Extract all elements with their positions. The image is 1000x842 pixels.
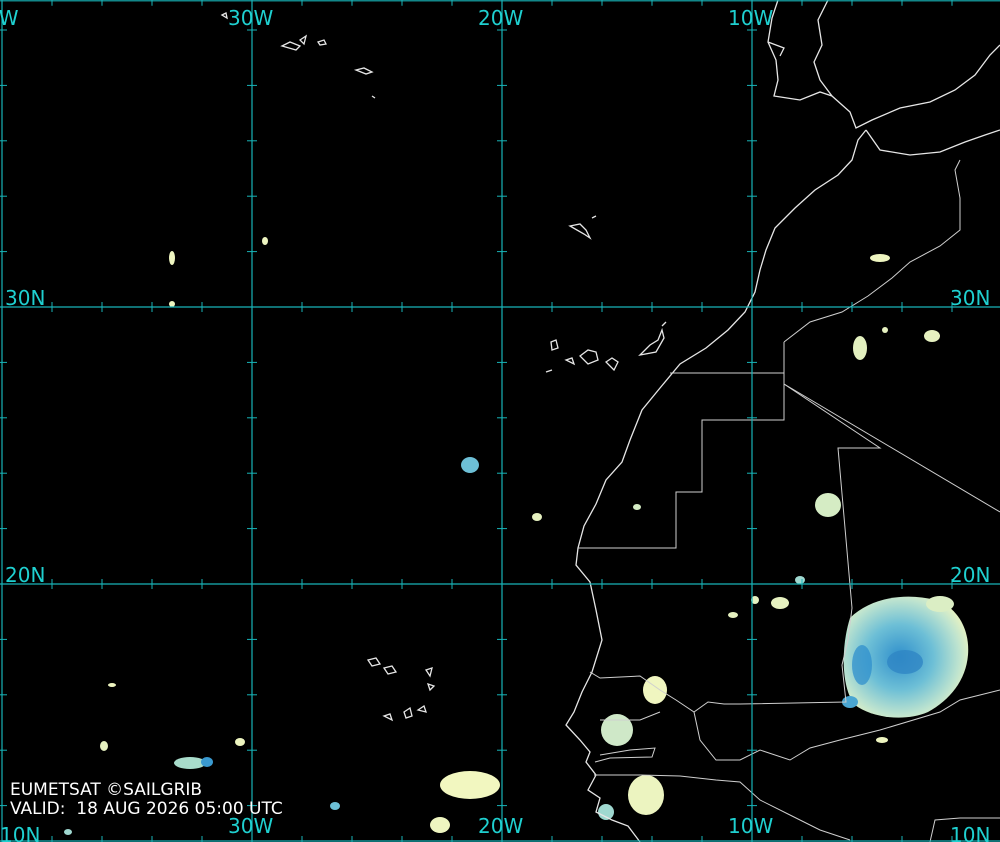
satellite-map: 0W 30W 20W 10W 30W 20W 10W 30N 30N 20N 2… (0, 0, 1000, 842)
lon-label-top: 20W (478, 6, 523, 30)
cloud-patch (461, 457, 479, 473)
cloud-patch (601, 714, 633, 746)
cloud-patch (532, 513, 542, 521)
cloud-patch (64, 829, 72, 835)
cloud-patch (262, 237, 268, 245)
graticule (0, 0, 1000, 842)
lat-label-left: 10N (0, 823, 40, 842)
credit-source: EUMETSAT ©SAILGRIB (10, 780, 203, 800)
cloud-patch (771, 597, 789, 609)
cloud-layer (64, 237, 969, 835)
lat-label-right: 30N (950, 286, 990, 310)
cloud-patch (169, 301, 175, 307)
cloud-patch (876, 737, 888, 743)
cloud-patch (882, 327, 888, 333)
cloud-patch (235, 738, 245, 746)
lat-label-right: 20N (950, 563, 990, 587)
cloud-patch (924, 330, 940, 342)
lon-label-top: 10W (728, 6, 773, 30)
latitude-labels: 30N 30N 20N 20N 10N 10N (0, 286, 990, 842)
cloud-patch (815, 493, 841, 517)
country-borders (578, 159, 1000, 842)
cloud-patch (169, 251, 175, 265)
cloud-patch (108, 683, 116, 687)
cloud-patch (795, 576, 805, 584)
credit-valid-time: VALID: 18 AUG 2026 05:00 UTC (10, 799, 283, 819)
cloud-patch (330, 802, 340, 810)
cloud-patch (853, 336, 867, 360)
cloud-patch (100, 741, 108, 751)
cloud-patch (870, 254, 890, 262)
cloud-patch (628, 775, 664, 815)
lon-label-top: 30W (228, 6, 273, 30)
valid-time: 18 AUG 2026 05:00 UTC (76, 799, 283, 819)
lat-label-right: 10N (950, 823, 990, 842)
cloud-patch (728, 612, 738, 618)
lat-label-left: 30N (5, 286, 45, 310)
cloud-patch (430, 817, 450, 833)
lat-label-left: 20N (5, 563, 45, 587)
valid-label: VALID: (10, 799, 66, 819)
cloud-patch (440, 771, 500, 799)
lon-label-bottom: 10W (728, 814, 773, 838)
cloud-patch (633, 504, 641, 510)
lon-label-top: 0W (0, 6, 19, 30)
lon-label-bottom: 20W (478, 814, 523, 838)
cloud-patch (201, 757, 213, 767)
